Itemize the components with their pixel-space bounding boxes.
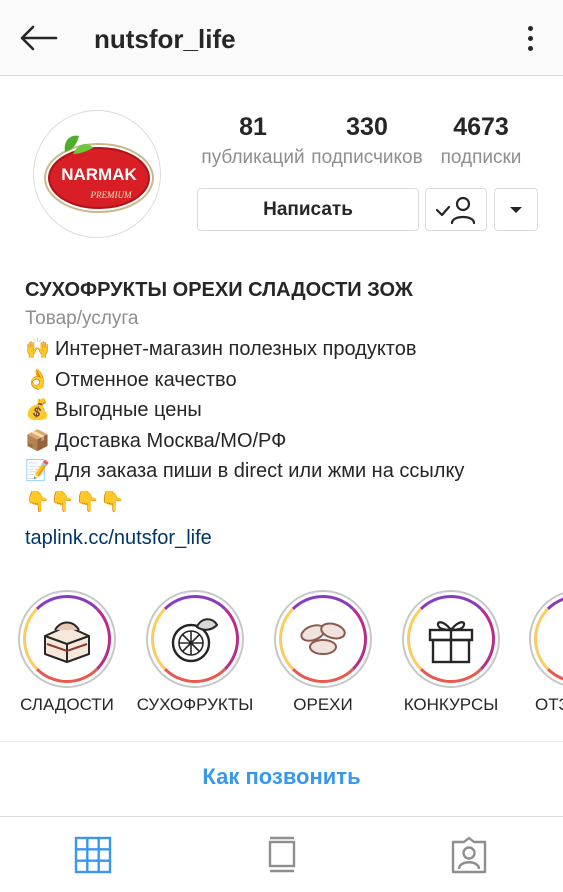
bio-line: 💰 Выгодные цены	[25, 395, 545, 426]
more-vertical-icon	[527, 25, 533, 31]
nuts-icon	[300, 622, 346, 655]
tagged-icon	[451, 836, 487, 874]
highlight-label: СУХОФРУКТЫ	[136, 695, 254, 714]
svg-text:NARMAK: NARMAK	[61, 165, 137, 184]
narmak-logo: NARMAK PREMIUM	[44, 135, 154, 213]
gift-icon	[428, 621, 474, 664]
highlight-label: СЛАДОСТИ	[20, 695, 114, 714]
posts-label: публикаций	[201, 147, 305, 168]
divider	[0, 741, 563, 742]
following-count: 4673	[453, 113, 509, 141]
following-button[interactable]	[425, 188, 487, 231]
profile-tabs	[0, 816, 563, 892]
emoji-icon: 📦	[25, 429, 50, 452]
highlight-icon	[558, 619, 563, 659]
highlight-label: ОРЕХИ	[293, 695, 353, 714]
highlight-sweets[interactable]: СЛАДОСТИ	[17, 590, 117, 715]
bio-name: СУХОФРУКТЫ ОРЕХИ СЛАДОСТИ ЗОЖ	[25, 279, 413, 301]
bio-line: 📦 Доставка Москва/МО/РФ	[25, 426, 545, 457]
bio-line: 👌 Отменное качество	[25, 365, 545, 396]
top-bar: nutsfor_life	[0, 0, 563, 76]
citrus-icon	[171, 618, 219, 663]
emoji-icon: 🙌	[25, 338, 50, 360]
call-button[interactable]: Как позвонить	[0, 764, 563, 790]
bio-line: 🙌 Интернет-магазин полезных продуктов	[25, 334, 545, 365]
followers-count: 330	[346, 113, 388, 141]
page-title: nutsfor_life	[94, 24, 236, 54]
emoji-icon: 👌	[25, 368, 50, 391]
following-label: подписки	[440, 147, 522, 168]
stat-following[interactable]: 4673 подписки	[421, 110, 541, 172]
followers-label: подписчиков	[311, 147, 423, 168]
bio-line: 👇👇👇👇	[25, 490, 125, 513]
highlight-nuts[interactable]: ОРЕХИ	[273, 590, 373, 715]
highlight-dried-fruits[interactable]: СУХОФРУКТЫ	[137, 590, 253, 715]
grid-icon	[74, 836, 112, 874]
bio: СУХОФРУКТЫ ОРЕХИ СЛАДОСТИ ЗОЖ Товар/услу…	[25, 276, 545, 553]
more-options-button[interactable]	[515, 22, 545, 54]
svg-text:PREMIUM: PREMIUM	[90, 190, 132, 200]
arrow-left-icon	[20, 25, 58, 51]
stat-posts[interactable]: 81 публикаций	[193, 110, 313, 172]
avatar[interactable]: NARMAK PREMIUM	[33, 110, 161, 238]
bio-link[interactable]: taplink.cc/nutsfor_life	[25, 523, 545, 553]
stat-followers[interactable]: 330 подписчиков	[307, 110, 427, 172]
highlight-reviews[interactable]: ОТЗЫВЫ	[529, 590, 563, 715]
back-button[interactable]	[16, 20, 60, 56]
bio-line: 📝 Для заказа пиши в direct или жми на ссы…	[25, 456, 545, 487]
emoji-icon: 📝	[25, 460, 50, 482]
person-check-icon	[435, 196, 476, 224]
highlight-label: КОНКУРСЫ	[403, 695, 499, 714]
highlight-contests[interactable]: КОНКУРСЫ	[401, 590, 501, 715]
tab-feed[interactable]	[262, 835, 302, 875]
highlight-label: ОТЗЫВЫ	[535, 695, 563, 714]
posts-count: 81	[239, 113, 267, 141]
message-button[interactable]: Написать	[197, 188, 419, 231]
bio-category: Товар/услуга	[25, 308, 139, 329]
tab-grid[interactable]	[73, 835, 113, 875]
emoji-icon: 💰	[25, 399, 50, 421]
cake-icon	[44, 621, 90, 664]
feed-icon	[268, 836, 296, 873]
caret-down-icon	[510, 206, 522, 213]
tab-tagged[interactable]	[449, 835, 489, 875]
suggestions-dropdown-button[interactable]	[494, 188, 538, 231]
